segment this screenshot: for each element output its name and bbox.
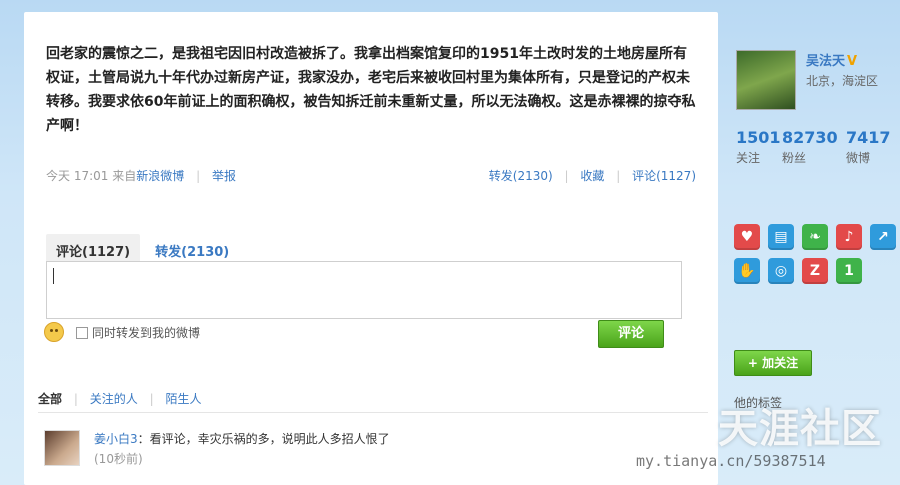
stat-followers[interactable]: 82730 粉丝 <box>782 128 838 166</box>
number-badge-icon[interactable]: 1 <box>836 258 862 284</box>
text-caret <box>53 268 54 284</box>
stat-label: 微博 <box>846 151 871 165</box>
separator: | <box>564 169 569 183</box>
forward-checkbox-label: 同时转发到我的微博 <box>92 326 201 340</box>
comment-time: (10秒前) <box>94 452 143 466</box>
stat-number: 7417 <box>846 128 891 147</box>
hand-badge-icon[interactable]: ✋ <box>734 258 760 284</box>
forward-option[interactable]: 同时转发到我的微博 <box>76 324 200 341</box>
commenter-name[interactable]: 姜小白3 <box>94 432 138 446</box>
divider <box>38 412 708 413</box>
comment-text: ：看评论，幸灾乐祸的多，说明此人多招人恨了 <box>137 432 390 446</box>
filter-strangers[interactable]: 陌生人 <box>165 392 201 406</box>
stat-label: 粉丝 <box>782 151 807 165</box>
stat-label: 关注 <box>736 151 761 165</box>
separator: | <box>196 169 201 183</box>
post-time: 今天 17:01 <box>46 169 109 183</box>
forward-link[interactable]: 转发(2130) <box>489 169 553 183</box>
separator: | <box>73 392 78 406</box>
commenter-avatar[interactable] <box>44 430 80 466</box>
report-link[interactable]: 举报 <box>212 169 236 183</box>
comment-filter-row: 全部 | 关注的人 | 陌生人 <box>38 390 201 407</box>
source-link[interactable]: 新浪微博 <box>136 169 184 183</box>
separator: | <box>616 169 621 183</box>
mic-badge-icon[interactable]: ♪ <box>836 224 862 250</box>
book-badge-icon[interactable]: ▤ <box>768 224 794 250</box>
stat-posts[interactable]: 7417 微博 <box>846 128 891 166</box>
tianya-watermark-url: my.tianya.cn/59387514 <box>636 452 826 470</box>
z-badge-icon[interactable]: Z <box>802 258 828 284</box>
leaf-badge-icon[interactable]: ❧ <box>802 224 828 250</box>
follow-button[interactable]: + 加关注 <box>734 350 812 376</box>
stat-number: 82730 <box>782 128 838 147</box>
heart-badge-icon[interactable]: ♥ <box>734 224 760 250</box>
arrow-badge-icon[interactable]: ↗ <box>870 224 896 250</box>
separator: | <box>149 392 154 406</box>
comment-input[interactable] <box>46 261 682 319</box>
stat-following[interactable]: 1501 关注 <box>736 128 781 166</box>
stat-number: 1501 <box>736 128 781 147</box>
forward-checkbox[interactable] <box>76 327 88 339</box>
tianya-watermark-logo: 天涯社区 <box>718 406 882 452</box>
profile-location: 北京，海淀区 <box>806 74 879 88</box>
verified-icon: V <box>847 54 858 69</box>
post-meta-row: 今天 17:01 来自新浪微博 | 举报 转发(2130) | 收藏 | 评论(… <box>46 167 696 187</box>
favorite-link[interactable]: 收藏 <box>580 169 604 183</box>
post-text: 回老家的震惊之二，是我祖宅因旧村改造被拆了。我拿出档案馆复印的1951年土改时发… <box>46 46 696 134</box>
source-prefix: 来自 <box>112 169 137 183</box>
weibo-post-panel: 回老家的震惊之二，是我祖宅因旧村改造被拆了。我拿出档案馆复印的1951年土改时发… <box>24 12 718 485</box>
avatar[interactable] <box>736 50 796 110</box>
comment-link[interactable]: 评论(1127) <box>632 169 696 183</box>
profile-name-row: 吴法天 V <box>806 50 857 69</box>
emoji-icon[interactable] <box>44 322 64 342</box>
submit-comment-button[interactable]: 评论 <box>598 320 664 348</box>
comment-body: 姜小白3：看评论，幸灾乐祸的多，说明此人多招人恨了 <box>94 430 390 447</box>
filter-all[interactable]: 全部 <box>38 392 62 406</box>
search-badge-icon[interactable]: ◎ <box>768 258 794 284</box>
filter-following[interactable]: 关注的人 <box>90 392 138 406</box>
comment-tabs: 评论(1127) 转发(2130) <box>46 234 239 267</box>
profile-name[interactable]: 吴法天 <box>806 54 845 69</box>
list-item: 姜小白3：看评论，幸灾乐祸的多，说明此人多招人恨了 (10秒前) <box>44 430 684 480</box>
